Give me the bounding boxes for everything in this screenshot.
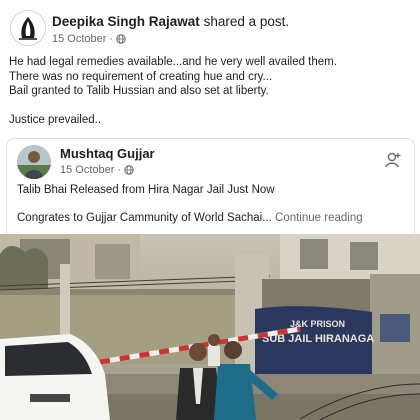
shared-text-line-1: Talib Bhai Released from Hira Nagar Jail… xyxy=(17,184,275,196)
shared-author-name[interactable]: Mushtaq Gujjar xyxy=(60,146,155,161)
post-text-line-2: There was no requirement of creating hue… xyxy=(9,70,273,83)
shared-author-avatar[interactable] xyxy=(17,145,51,179)
author-avatar-logo xyxy=(11,11,45,45)
globe-icon xyxy=(124,165,134,175)
continue-reading-link[interactable]: Continue reading xyxy=(275,212,363,224)
shared-post-text: Talib Bhai Released from Hira Nagar Jail… xyxy=(17,183,412,225)
jail-gate-photo: J&K PRISON SUB JAIL HIRANAGA xyxy=(0,234,420,420)
post-text-line-1: He had legal remedies available...and he… xyxy=(9,56,337,68)
shared-text-line-2: Congrates to Gujjar Cammunity of World S… xyxy=(17,211,412,225)
shared-post-card[interactable]: Mushtaq Gujjar 15 October · Talib Bhai R… xyxy=(6,138,415,235)
author-line: Deepika Singh Rajawat shared a post. xyxy=(52,14,289,29)
shared-avatar-photo xyxy=(17,145,51,179)
post-header: Deepika Singh Rajawat shared a post. 15 … xyxy=(10,10,410,50)
post-text-line-3: Bail granted to Talib Hussian and also s… xyxy=(9,85,269,97)
shared-date[interactable]: 15 October xyxy=(60,164,114,176)
author-avatar[interactable] xyxy=(10,10,46,46)
post-date[interactable]: 15 October xyxy=(52,33,106,45)
follow-icon[interactable] xyxy=(384,151,402,169)
shared-photo[interactable]: J&K PRISON SUB JAIL HIRANAGA xyxy=(0,234,420,420)
shared-text-excerpt: Congrates to Gujjar Cammunity of World S… xyxy=(17,212,272,224)
post-action: shared a post. xyxy=(203,14,290,29)
shared-meta-separator: · xyxy=(117,164,122,176)
post-body: He had legal remedies available...and he… xyxy=(9,55,411,127)
shared-meta: 15 October · xyxy=(60,164,134,176)
post-text-closing: Justice prevailed.. xyxy=(9,113,102,126)
author-name[interactable]: Deepika Singh Rajawat xyxy=(52,14,200,29)
globe-icon xyxy=(116,34,126,44)
meta-separator: · xyxy=(109,33,114,45)
post-meta: 15 October · xyxy=(52,33,126,45)
